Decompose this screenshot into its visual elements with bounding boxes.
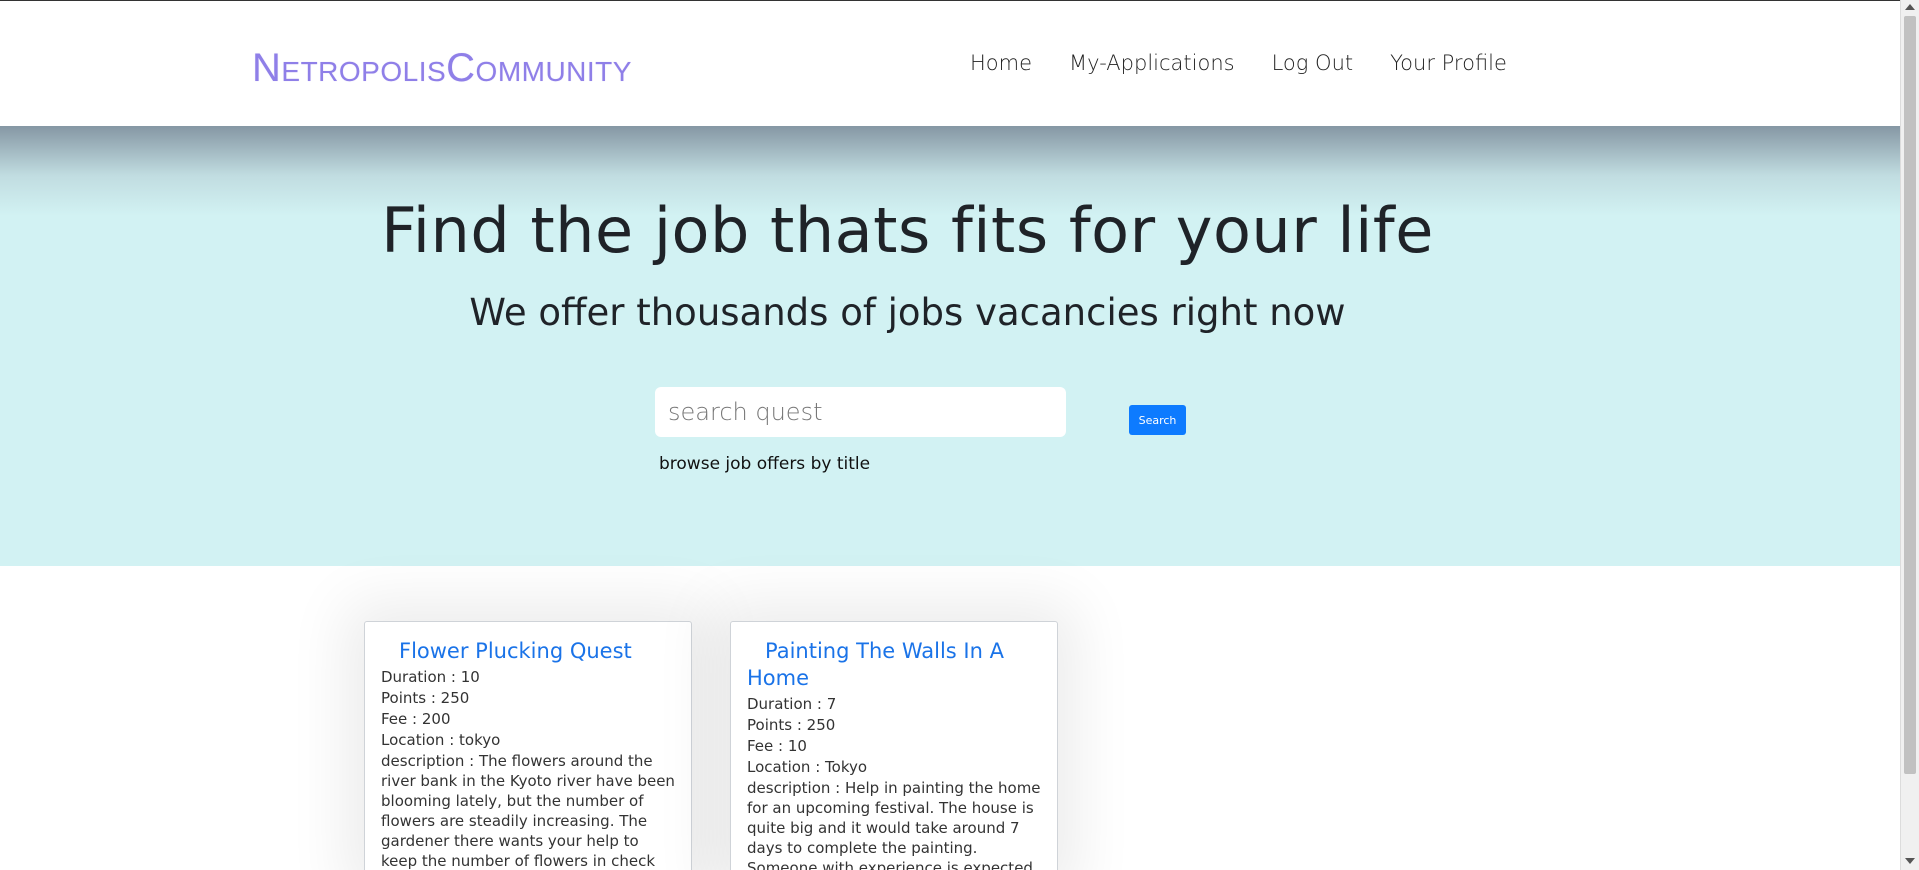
scroll-down-arrow-icon[interactable] — [1905, 858, 1915, 864]
job-fee: Fee : 200 — [381, 710, 451, 728]
nav-home[interactable]: Home — [970, 51, 1032, 75]
nav-log-out[interactable]: Log Out — [1272, 51, 1354, 75]
job-fee: Fee : 10 — [747, 737, 807, 755]
job-points: Points : 250 — [747, 716, 836, 734]
job-card: Painting The Walls In A Home Duration : … — [730, 621, 1058, 870]
scroll-up-arrow-icon[interactable] — [1905, 4, 1915, 10]
scrollbar-thumb[interactable] — [1904, 16, 1916, 774]
nav-links: Home My-Applications Log Out Your Profil… — [970, 51, 1544, 75]
job-duration: Duration : 10 — [381, 668, 480, 686]
nav-my-applications[interactable]: My-Applications — [1069, 51, 1235, 75]
page: NetropolisCommunity Home My-Applications… — [0, 0, 1900, 870]
search-button[interactable]: Search — [1129, 405, 1186, 435]
job-location: Location : tokyo — [381, 731, 501, 749]
job-title-link[interactable]: Painting The Walls In A Home — [747, 638, 1041, 692]
hero-subtitle: We offer thousands of jobs vacancies rig… — [469, 291, 1346, 334]
nav-your-profile[interactable]: Your Profile — [1390, 51, 1507, 75]
job-card: Flower Plucking Quest Duration : 10 Poin… — [364, 621, 692, 870]
job-location: Location : Tokyo — [747, 758, 868, 776]
hero-section: Find the job thats fits for your life We… — [0, 126, 1900, 566]
job-description: description : Help in painting the home … — [747, 779, 1041, 870]
job-title-link[interactable]: Flower Plucking Quest — [381, 638, 675, 665]
search-input[interactable] — [655, 387, 1066, 437]
brand-logo[interactable]: NetropolisCommunity — [252, 46, 632, 91]
search-hint: browse job offers by title — [659, 454, 871, 474]
job-duration: Duration : 7 — [747, 695, 837, 713]
navbar: NetropolisCommunity Home My-Applications… — [0, 2, 1900, 126]
hero-title: Find the job thats fits for your life — [381, 194, 1434, 267]
job-points: Points : 250 — [381, 689, 470, 707]
job-description: description : The flowers around the riv… — [381, 752, 675, 870]
vertical-scrollbar[interactable] — [1900, 0, 1919, 870]
